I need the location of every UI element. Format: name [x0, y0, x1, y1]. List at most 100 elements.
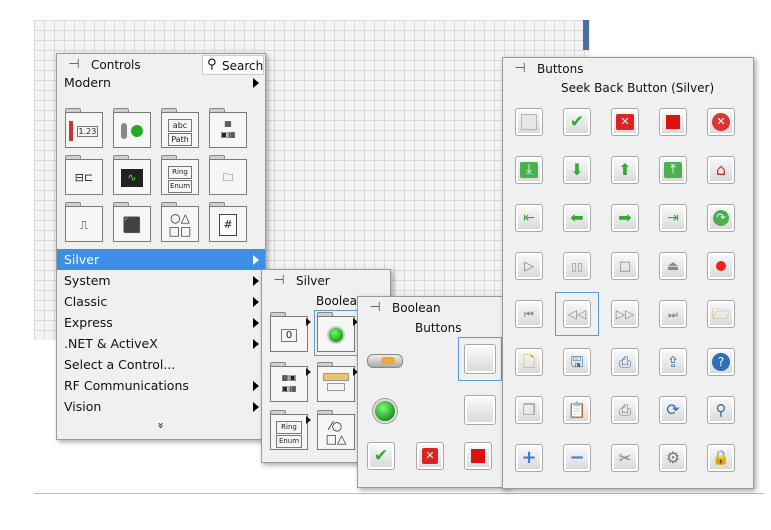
zoom-button[interactable]: ⚲ [707, 396, 735, 424]
cancel-button[interactable]: ✕ [707, 108, 735, 136]
decorations-icon: ○△ □□ [168, 211, 192, 238]
download-button[interactable]: ⤓ [515, 156, 543, 184]
record-icon [708, 253, 734, 279]
silver-title-bar[interactable]: ⊣ Silver [262, 270, 390, 292]
boolean-tile[interactable] [113, 108, 151, 148]
stop-button[interactable] [464, 442, 492, 470]
window-edge [583, 20, 589, 50]
menu-item-classic[interactable]: Classic [57, 291, 265, 312]
menu-item-system[interactable]: System [57, 270, 265, 291]
submenu-arrow-icon [253, 339, 259, 349]
pushbutton-control[interactable] [367, 354, 403, 368]
menu-item-silver[interactable]: Silver [57, 249, 265, 270]
print-button[interactable]: ⎙ [611, 396, 639, 424]
blank-button[interactable] [515, 108, 543, 136]
tools-button[interactable]: ✂ [611, 444, 639, 472]
silver-array-tile[interactable]: ▦▣ ▣▦ [270, 362, 311, 402]
flat-button[interactable] [464, 344, 496, 374]
stop-square-icon: □ [618, 258, 632, 274]
last-button[interactable]: ⇥ [659, 204, 687, 232]
cancel-button[interactable]: ✕ [416, 442, 444, 470]
thumbtack-icon[interactable]: ⊣ [270, 273, 288, 289]
upload-button[interactable]: ⤒ [659, 156, 687, 184]
decorations-tile[interactable]: ○△ □□ [161, 202, 199, 242]
ring-enum-tile[interactable]: Ring Enum [161, 155, 199, 195]
minus-icon: − [569, 447, 585, 468]
menu-item-label: Silver [64, 252, 100, 267]
seek-start-icon: ⏮ [524, 307, 534, 321]
x-button[interactable]: ✕ [611, 108, 639, 136]
seek-end-button[interactable]: ⏭ [659, 300, 687, 328]
led-icon [317, 322, 355, 348]
save-button[interactable]: 🖫 [563, 348, 591, 376]
silver-ring-tile[interactable]: Ring Enum [270, 410, 311, 450]
grey-button[interactable] [464, 395, 496, 425]
lock-button[interactable]: 🔒 [707, 444, 735, 472]
play-button[interactable]: ▷ [515, 252, 543, 280]
zoom-icon: ⚲ [715, 400, 727, 419]
copy-button[interactable]: ❐ [515, 396, 543, 424]
checkmark-button[interactable]: ✔ [563, 108, 591, 136]
lock-icon: 🔒 [712, 450, 730, 466]
help-button[interactable]: ? [707, 348, 735, 376]
submenu-arrow-icon [253, 78, 259, 88]
list-table-tile[interactable]: ⊟⊏ [65, 155, 103, 195]
boolean-title-bar[interactable]: ⊣ Boolean [358, 297, 508, 319]
open-folder-button[interactable]: 🗁 [707, 300, 735, 328]
refresh-button[interactable]: ⟳ [659, 396, 687, 424]
settings-icon: ⚙ [665, 448, 681, 467]
settings-button[interactable]: ⚙ [659, 444, 687, 472]
upload-icon: ⤒ [660, 157, 686, 183]
green-led-control[interactable] [373, 399, 397, 423]
silver-boolean-tile[interactable] [317, 312, 358, 352]
thumbtack-icon[interactable]: ⊣ [366, 300, 384, 316]
numeric-icon: 0 [270, 322, 308, 348]
redo-button[interactable]: ↷ [707, 204, 735, 232]
ring-enum-icon: Ring Enum [161, 165, 199, 193]
home-button[interactable]: ⌂ [707, 156, 735, 184]
controls-palette: ⊣ Controls ⚲ Search Modern 1.23 abc Path… [56, 53, 266, 440]
more-chevron-icon[interactable]: » [155, 322, 168, 530]
record-button[interactable] [707, 252, 735, 280]
thumbtack-icon[interactable]: ⊣ [65, 57, 83, 73]
down-arrow-button[interactable]: ⬇ [563, 156, 591, 184]
save-as-button[interactable]: ⎙ [611, 348, 639, 376]
stop-button[interactable] [659, 108, 687, 136]
pause-button[interactable]: ▯▯ [563, 252, 591, 280]
up-arrow-button[interactable]: ⬆ [611, 156, 639, 184]
first-button[interactable]: ⇤ [515, 204, 543, 232]
ok-button[interactable]: ✔ [367, 442, 395, 470]
export-button[interactable]: ⇪ [659, 348, 687, 376]
variant-class-tile[interactable]: ⬛ [113, 202, 151, 242]
home-icon: ⌂ [715, 160, 727, 179]
right-arrow-button[interactable]: ➡ [611, 204, 639, 232]
paste-button[interactable]: 📋 [563, 396, 591, 424]
containers-tile[interactable]: 🗀 [209, 155, 247, 195]
io-tile[interactable]: ⎍ [65, 202, 103, 242]
seek-back-button[interactable]: ◁◁ [563, 300, 591, 328]
save-as-icon: ⎙ [618, 352, 631, 371]
left-arrow-button[interactable]: ⬅ [563, 204, 591, 232]
silver-numeric-tile[interactable]: 0 [270, 312, 311, 352]
refnum-tile[interactable]: # [209, 202, 247, 242]
buttons-grid: ✔ ✕ ✕ ⤓ ⬇ ⬆ ⤒ ⌂ ⇤ ⬅ ➡ ⇥ ↷ ▷ ▯▯ □ ⏏ ⏮ ◁◁ ▷▷ ⏭ 🗁 🗋 🖫 ⎙ ⇪? ❐ 📋 ⎙ ⟳ ⚲ + − ✂ ⚙ 🔒 [503, 58, 753, 488]
silver-decorations-tile[interactable]: ⁄○ □△ [317, 410, 355, 450]
numeric-tile[interactable]: 1.23 [65, 108, 103, 148]
variant-class-icon: ⬛ [122, 216, 142, 234]
silver-string-tile[interactable] [317, 362, 358, 402]
stop-icon [465, 443, 491, 469]
io-icon: ⎍ [79, 218, 89, 232]
seek-start-button[interactable]: ⏮ [515, 300, 543, 328]
eject-button[interactable]: ⏏ [659, 252, 687, 280]
modern-category[interactable]: Modern [57, 72, 265, 93]
plus-button[interactable]: + [515, 444, 543, 472]
menu-item-label: RF Communications [64, 378, 189, 393]
graph-tile[interactable]: ∿ [113, 155, 151, 195]
stop-square-button[interactable]: □ [611, 252, 639, 280]
seek-forward-button[interactable]: ▷▷ [611, 300, 639, 328]
array-cluster-icon: ▦▣ ▣▦ [281, 373, 297, 393]
new-document-button[interactable]: 🗋 [515, 348, 543, 376]
string-path-tile[interactable]: abc Path [161, 108, 199, 148]
array-cluster-tile[interactable]: ▦ ▣▦ [209, 108, 247, 148]
minus-button[interactable]: − [563, 444, 591, 472]
